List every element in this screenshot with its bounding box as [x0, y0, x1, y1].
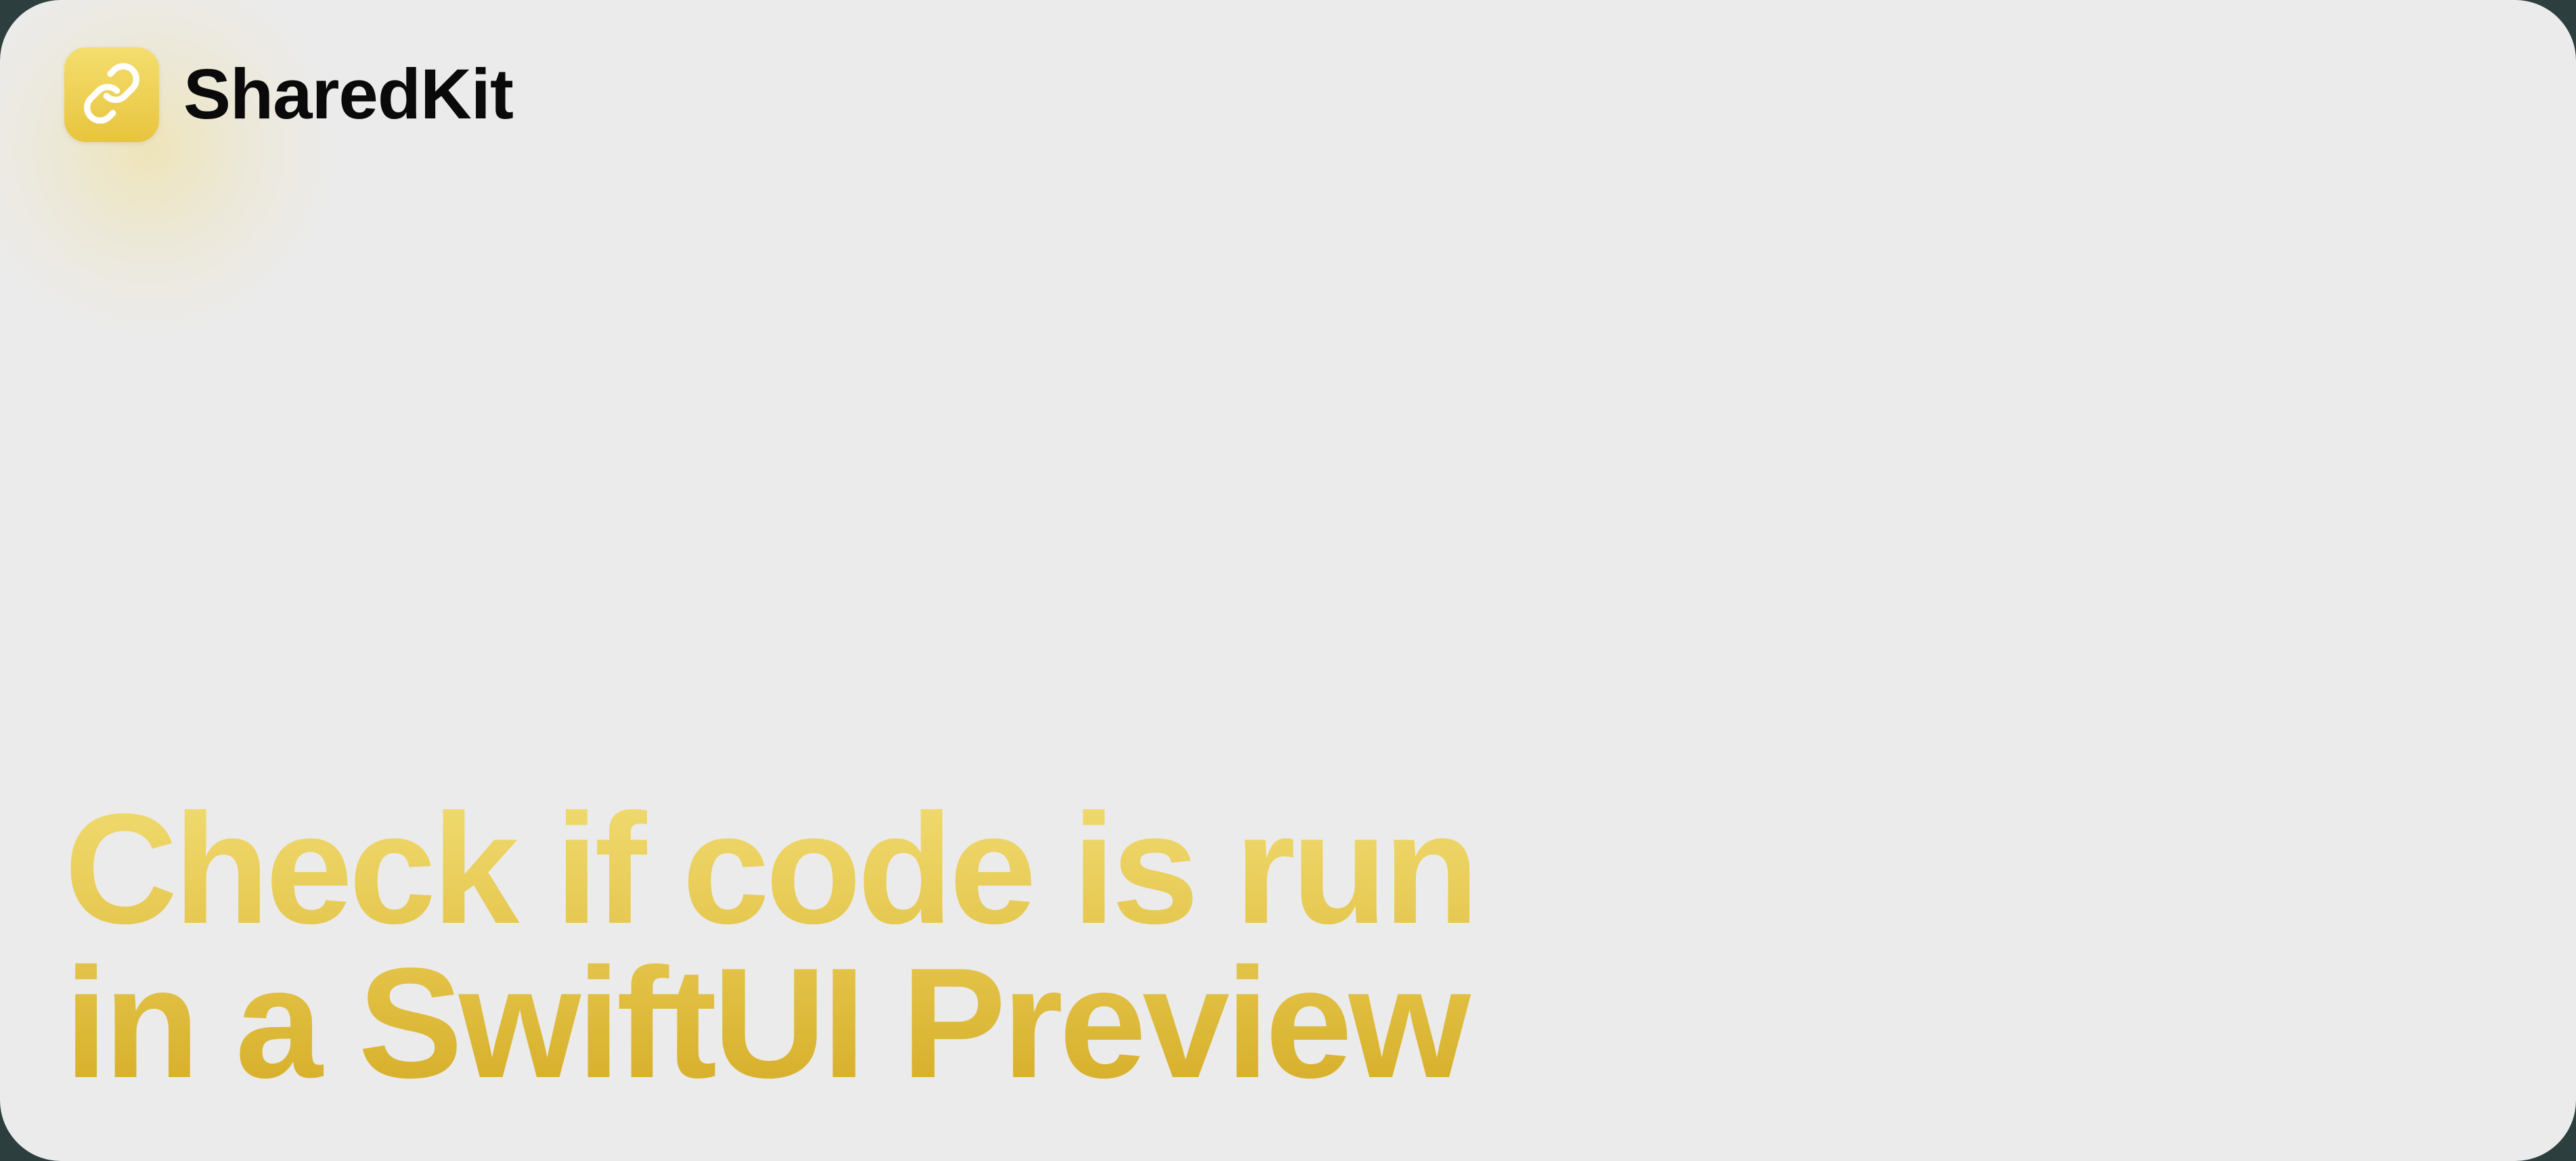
app-name-label: SharedKit — [183, 54, 513, 135]
headline-line-1: Check if code is run — [64, 792, 2512, 946]
link-icon — [81, 62, 143, 128]
feature-headline: Check if code is run in a SwiftUI Previe… — [64, 792, 2512, 1100]
headline-line-2: in a SwiftUI Preview — [64, 947, 2512, 1100]
card-header: SharedKit — [64, 47, 2512, 142]
feature-card: SharedKit Check if code is run in a Swif… — [0, 0, 2576, 1161]
app-icon-badge — [64, 47, 159, 142]
